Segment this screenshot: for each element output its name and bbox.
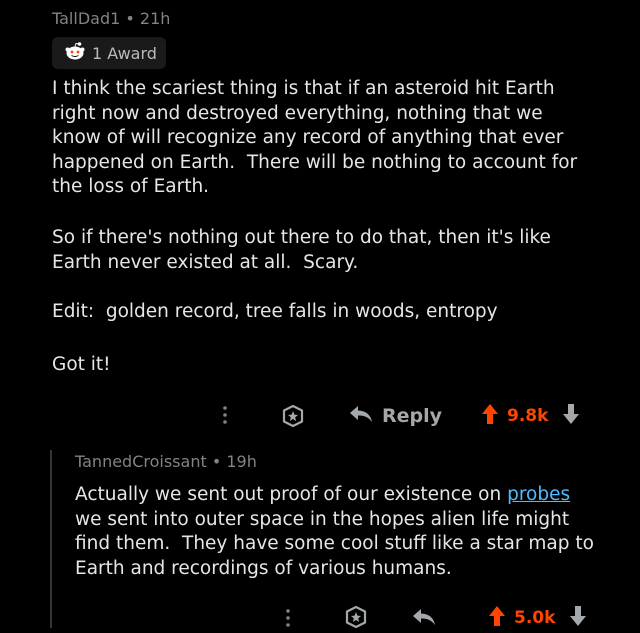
comment-paragraph: Edit: golden record, tree falls in woods… [52,301,498,322]
score: 5.0k [514,608,556,628]
vote-controls: 5.0k [488,605,587,631]
give-award-icon[interactable] [281,404,305,432]
comment-text: Actually we sent out proof of our existe… [75,484,508,505]
comment-header: TannedCroissant • 19h [75,452,257,471]
vote-controls: 9.8k [481,403,580,429]
upvote-icon[interactable] [488,605,506,631]
separator-dot: • [211,452,222,471]
comment-paragraph: So if there's nothing out there to do th… [52,227,551,273]
comment-paragraph: Actually we sent out proof of our existe… [75,483,594,581]
comment-paragraph: Got it! [52,354,111,375]
reply-button[interactable]: Reply [348,403,442,429]
award-label: 1 Award [92,43,157,63]
probes-link[interactable]: probes [507,484,570,505]
give-award-icon[interactable] [344,605,368,633]
thread-line[interactable] [50,450,52,628]
downvote-icon[interactable] [569,605,587,631]
more-options-icon[interactable] [283,607,293,633]
more-options-icon[interactable] [220,404,230,430]
username[interactable]: TallDad1 [52,9,120,28]
comment-text: we sent into outer space in the hopes al… [75,508,594,579]
award-icon [64,40,86,66]
comment-paragraph: I think the scariest thing is that if an… [52,78,578,197]
reply-icon[interactable] [411,606,437,632]
timestamp[interactable]: 21h [140,9,171,28]
award-badge[interactable]: 1 Award [52,37,166,69]
downvote-icon[interactable] [562,403,580,429]
comment-header: TallDad1 • 21h [52,9,170,28]
separator-dot: • [125,9,135,28]
reply-label: Reply [382,405,443,427]
score: 9.8k [507,406,549,426]
username[interactable]: TannedCroissant [75,452,207,471]
timestamp[interactable]: 19h [226,452,257,471]
upvote-icon[interactable] [481,403,499,429]
reply-icon [348,403,374,429]
